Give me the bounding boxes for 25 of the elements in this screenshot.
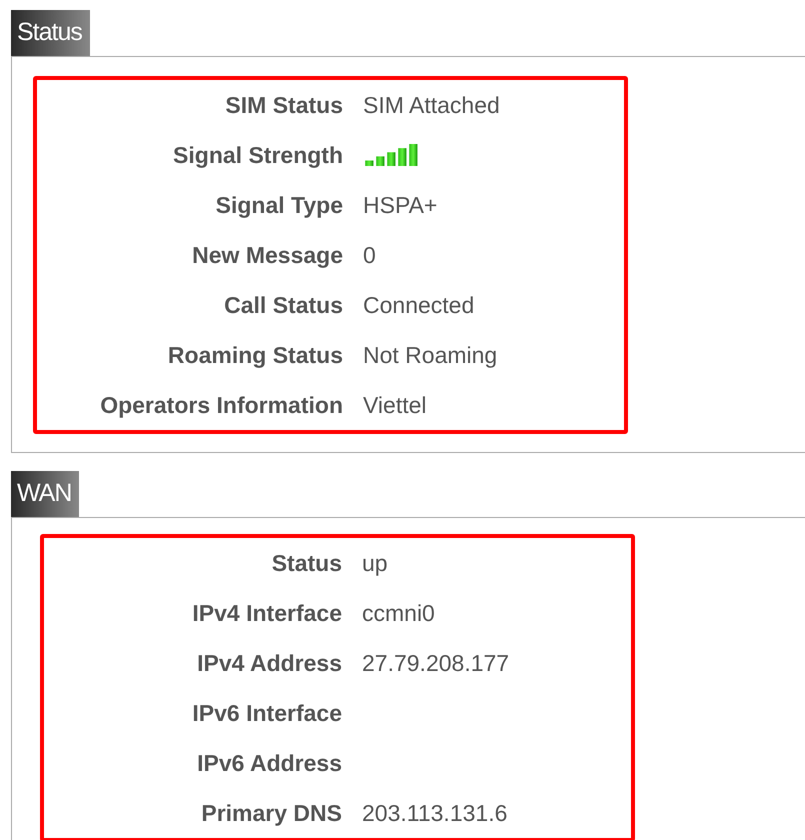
field-value: HSPA+ xyxy=(363,192,438,218)
field-value: 203.113.131.6 xyxy=(362,800,508,826)
section-title: Status xyxy=(11,10,90,56)
field-value: Not Roaming xyxy=(363,342,498,368)
field-value: Viettel xyxy=(363,392,427,418)
field-label: Status xyxy=(270,550,342,576)
field-label: IPv4 Address xyxy=(196,650,342,676)
field-label: Signal Type xyxy=(214,192,343,218)
field-value: SIM Attached xyxy=(363,92,500,118)
field-label: Operators Information xyxy=(99,392,343,418)
field-label: IPv4 Interface xyxy=(191,600,342,626)
field-label: Signal Strength xyxy=(172,142,343,168)
field-value: Connected xyxy=(363,292,474,318)
field-value: 0 xyxy=(363,242,376,268)
section-title: WAN xyxy=(11,471,80,517)
field-label: New Message xyxy=(191,242,343,268)
field-value: 27.79.208.177 xyxy=(362,650,510,676)
field-label: IPv6 Interface xyxy=(191,700,342,726)
field-label: IPv6 Address xyxy=(196,750,342,776)
field-label: SIM Status xyxy=(224,92,343,118)
field-label: Call Status xyxy=(223,292,343,318)
field-label: Primary DNS xyxy=(200,800,342,826)
field-value: ccmni0 xyxy=(362,600,435,626)
field-label: Roaming Status xyxy=(166,342,343,368)
field-value: up xyxy=(362,550,388,576)
